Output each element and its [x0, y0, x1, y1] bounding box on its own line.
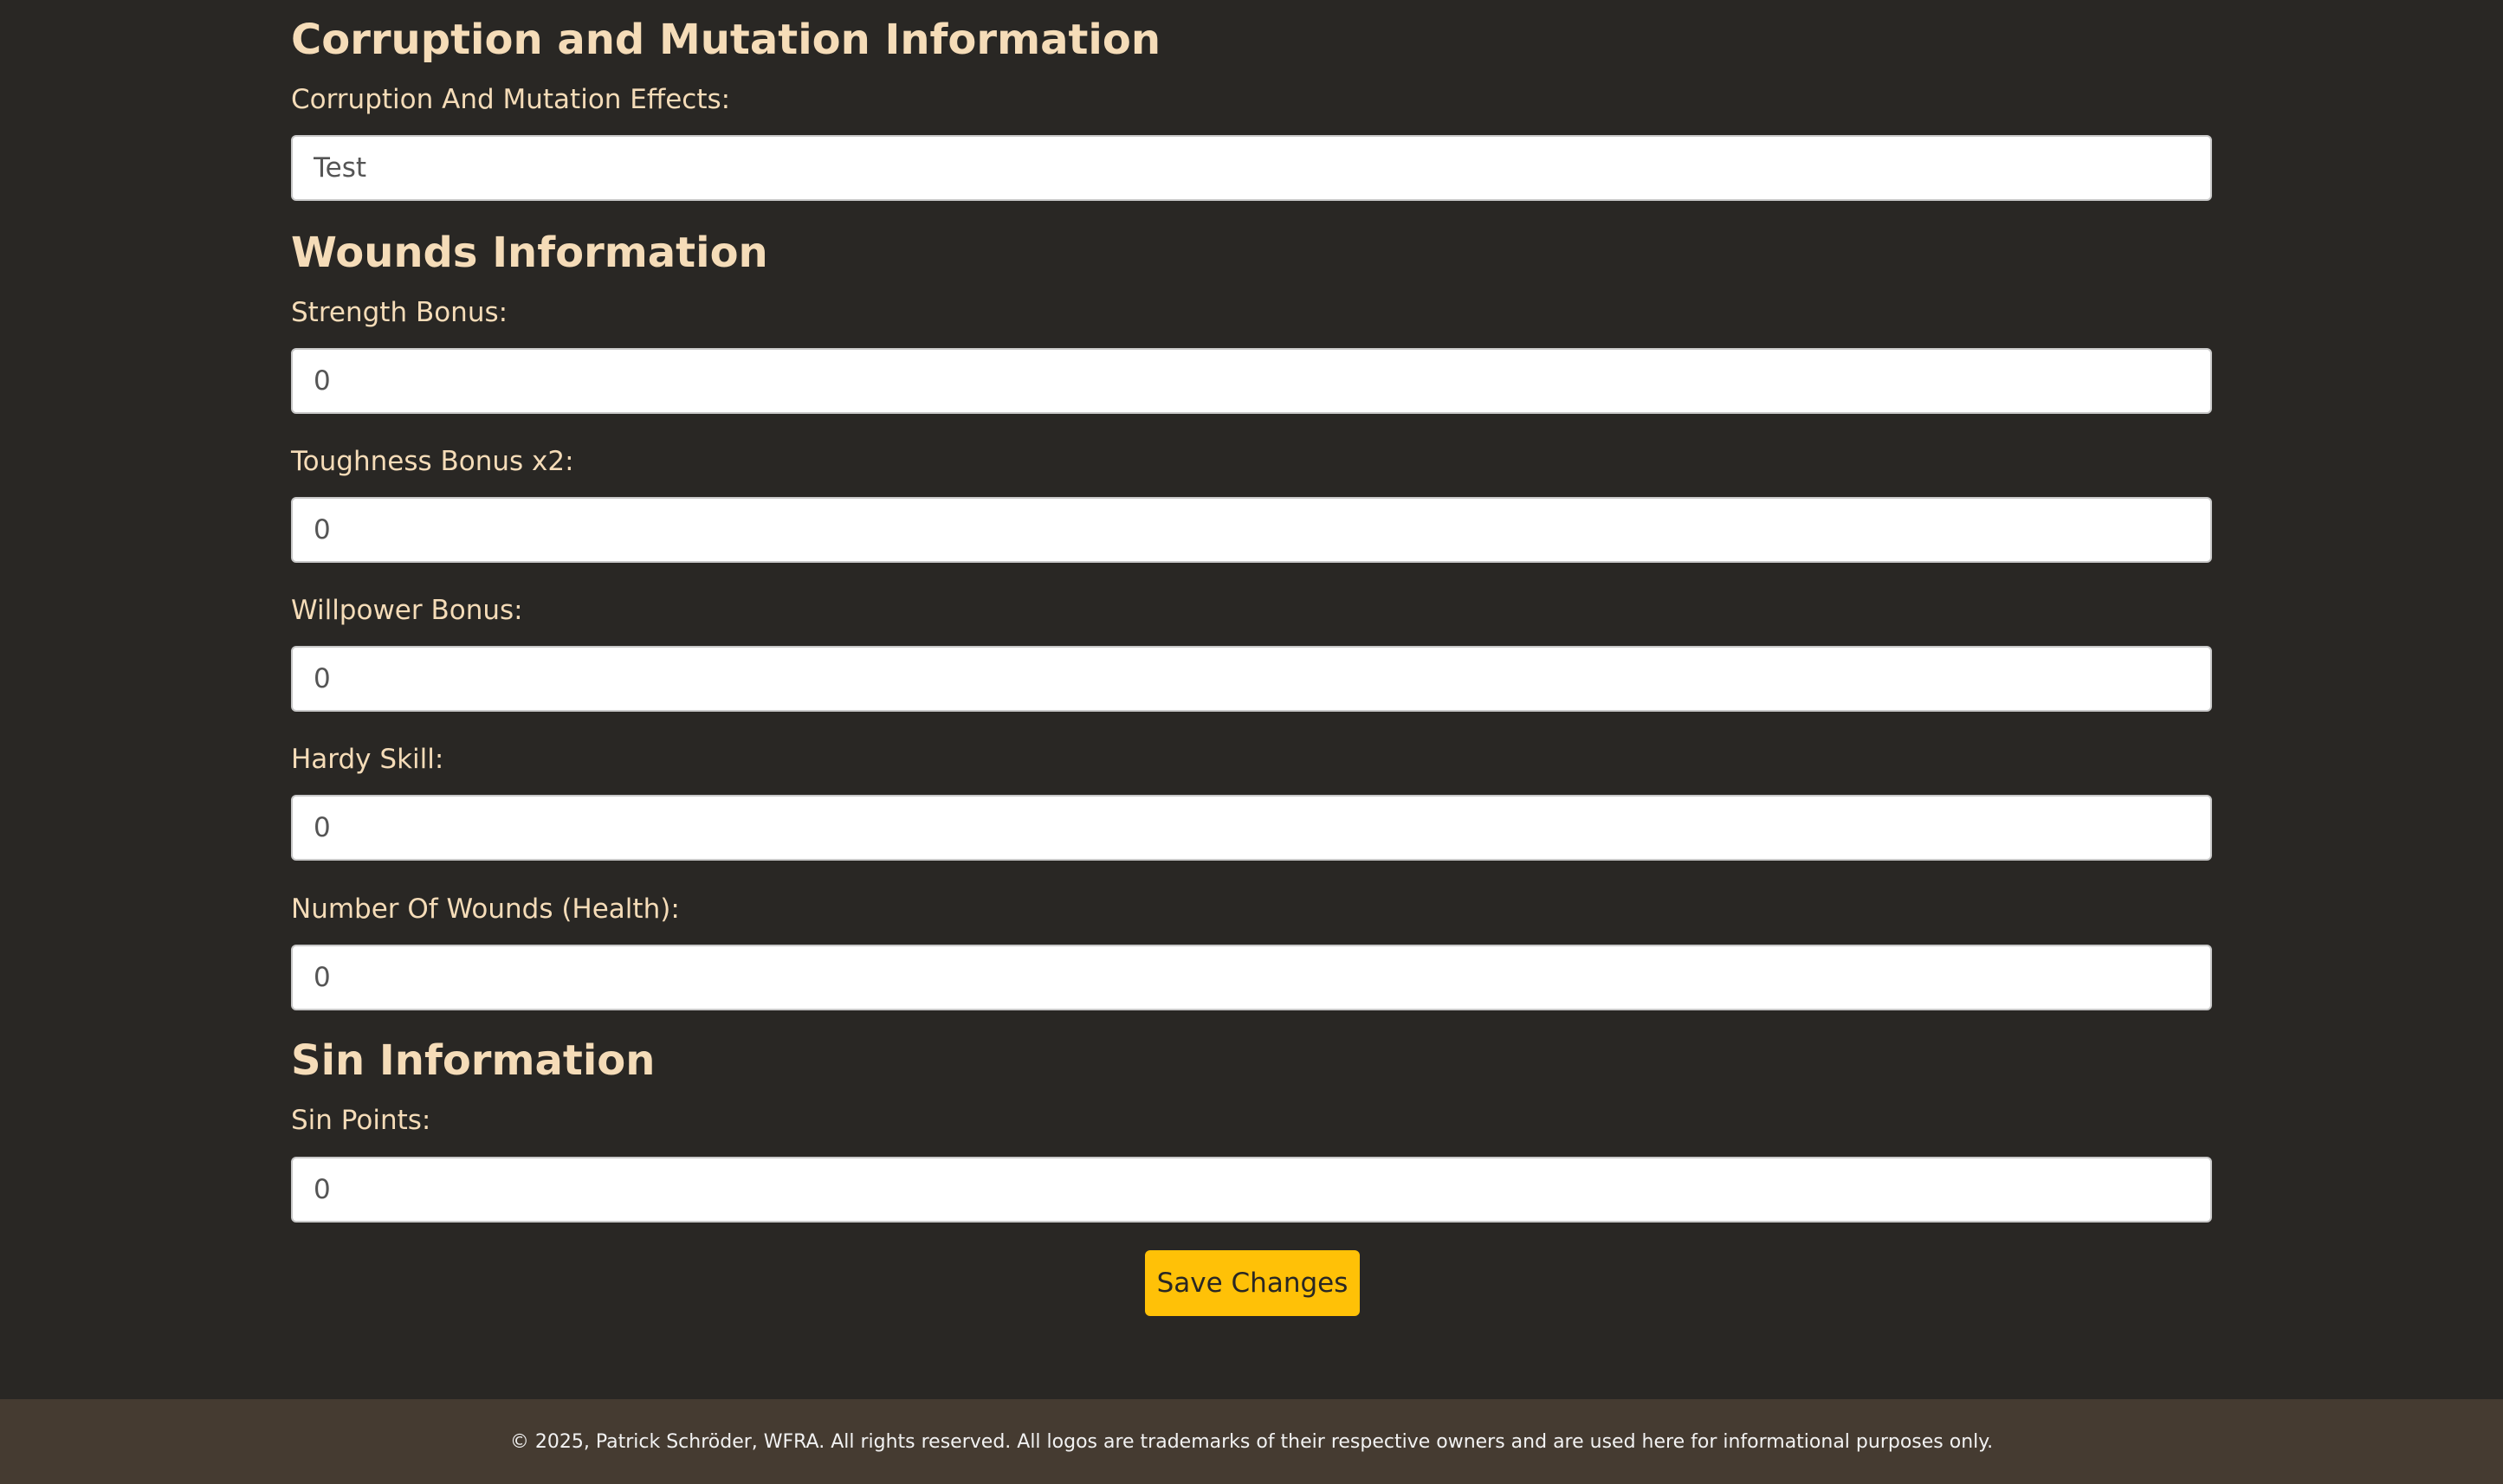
section-title-sin: Sin Information [291, 1036, 656, 1085]
footer-copyright: © 2025, Patrick Schröder, WFRA. All righ… [509, 1430, 1994, 1453]
willpower-bonus-input[interactable] [291, 646, 2212, 712]
sin-points-input[interactable] [291, 1157, 2212, 1223]
label-strength-bonus: Strength Bonus: [291, 297, 508, 328]
save-changes-button[interactable]: Save Changes [1145, 1250, 1360, 1316]
section-title-wounds: Wounds Information [291, 229, 768, 277]
label-hardy-skill: Hardy Skill: [291, 744, 444, 775]
label-corruption-effects: Corruption And Mutation Effects: [291, 84, 731, 115]
corruption-effects-input[interactable] [291, 135, 2212, 201]
label-toughness-bonus: Toughness Bonus x2: [291, 446, 574, 477]
label-willpower-bonus: Willpower Bonus: [291, 595, 523, 626]
label-sin-points: Sin Points: [291, 1105, 431, 1136]
section-title-corruption: Corruption and Mutation Information [291, 16, 1161, 64]
strength-bonus-input[interactable] [291, 348, 2212, 414]
number-of-wounds-input[interactable] [291, 945, 2212, 1010]
hardy-skill-input[interactable] [291, 795, 2212, 861]
toughness-bonus-input[interactable] [291, 497, 2212, 563]
label-number-of-wounds: Number Of Wounds (Health): [291, 894, 680, 925]
page-footer: © 2025, Patrick Schröder, WFRA. All righ… [0, 1399, 2503, 1484]
